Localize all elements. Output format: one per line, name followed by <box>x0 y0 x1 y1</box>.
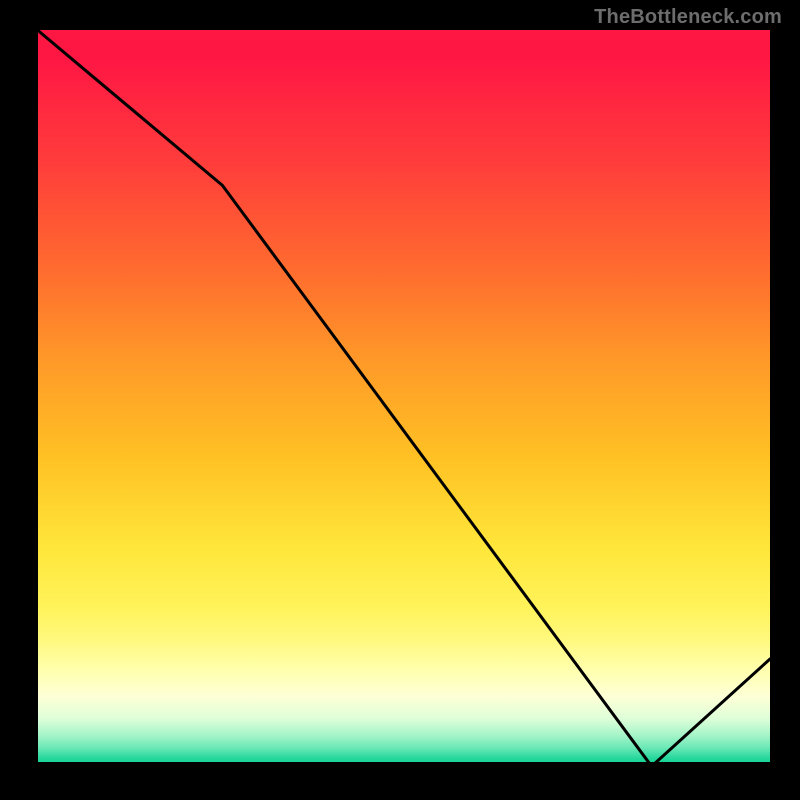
watermark-text: TheBottleneck.com <box>594 6 782 29</box>
x-axis <box>30 762 770 770</box>
y-axis <box>30 30 38 770</box>
curve-line <box>37 30 770 766</box>
chart-curve <box>30 30 770 770</box>
